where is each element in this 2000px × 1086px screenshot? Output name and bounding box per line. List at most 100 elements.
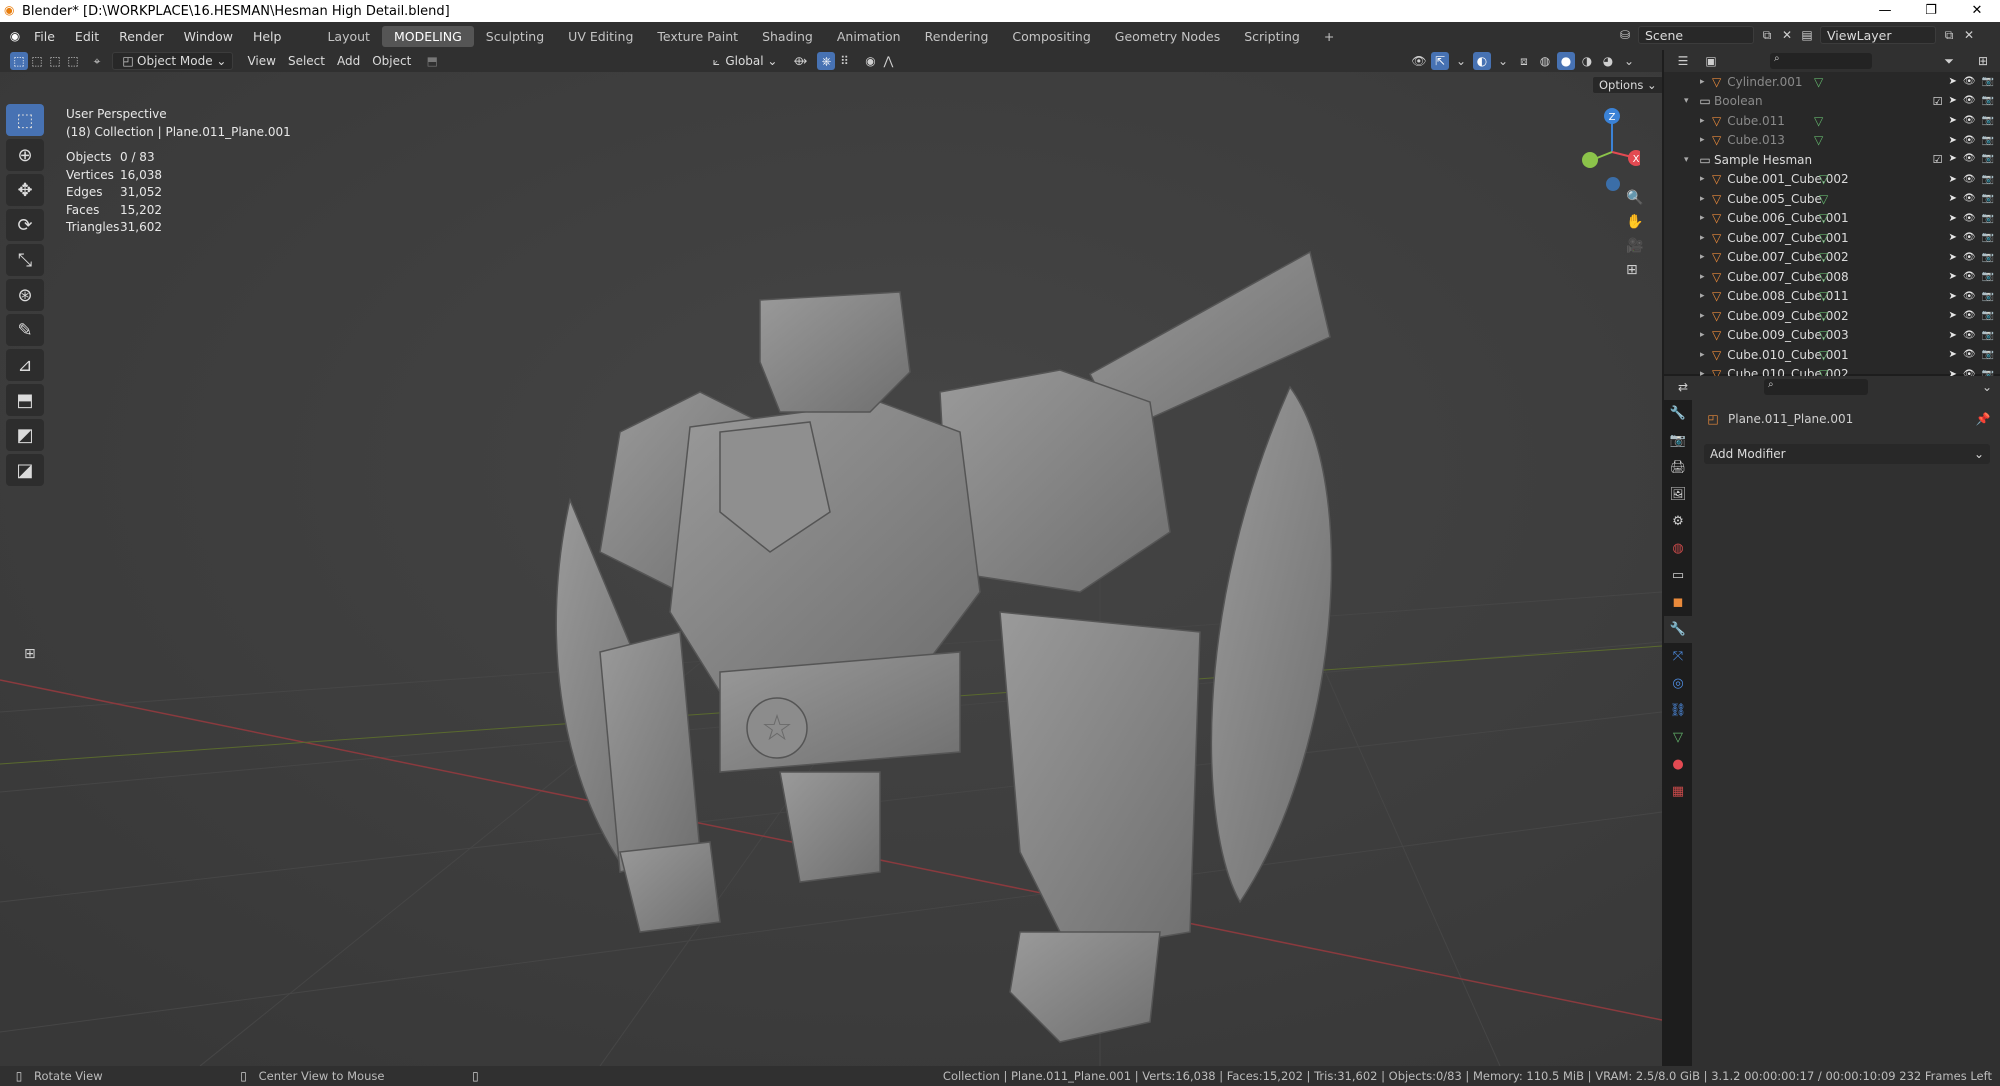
transform-tool-icon[interactable]: ⊛ (6, 279, 44, 311)
scale-tool-icon[interactable]: ⤡ (6, 244, 44, 276)
camera-icon[interactable]: 📷 (1982, 174, 1994, 185)
eye-icon[interactable]: 👁 (1963, 349, 1976, 360)
camera-icon[interactable]: 📷 (1982, 135, 1994, 146)
outliner-row[interactable]: ▸ ▽ Cube.013 ▽ ➤ 👁 📷 (1664, 131, 2000, 151)
proportional-edit-icon[interactable]: ◉ (861, 52, 879, 70)
eye-icon[interactable]: 👁 (1963, 291, 1976, 302)
display-mode-icon[interactable]: ▣ (1702, 52, 1720, 70)
filter-icon[interactable]: ⏷ (1940, 52, 1958, 70)
tab-rendering[interactable]: Rendering (913, 26, 1001, 47)
snap-toggle-icon[interactable]: ⎈ (817, 52, 836, 70)
eye-icon[interactable]: 👁 (1963, 153, 1976, 166)
gizmo-y-axis[interactable] (1582, 152, 1598, 168)
texture-tab-icon[interactable]: ▦ (1664, 778, 1692, 805)
camera-icon[interactable]: 📷 (1982, 330, 1994, 341)
tab-sculpting[interactable]: Sculpting (474, 26, 556, 47)
collapse-arrow-icon[interactable]: ▸ (1700, 311, 1712, 321)
outliner-row[interactable]: ▸ ▽ Cube.007_Cube.002 ▽ ➤ 👁 📷 (1664, 248, 2000, 268)
render-tab-icon[interactable]: 📷 (1664, 427, 1692, 454)
collapse-arrow-icon[interactable]: ▸ (1700, 174, 1712, 184)
select-arrow-icon[interactable]: ➤ (1948, 213, 1956, 224)
exclude-checkbox[interactable]: ☑ (1933, 153, 1943, 166)
outliner-editor-icon[interactable]: ☰ (1674, 52, 1692, 70)
eye-icon[interactable]: 👁 (1963, 95, 1976, 108)
new-view-layer-icon[interactable]: ⧉ (1940, 26, 1958, 44)
3d-viewport[interactable]: ☆ ⬚ ⊕ ✥ ⟳ ⤡ ⊛ ✎ ⊿ ⬒ ◩ ◪ ⊞ User Perspecti… (0, 72, 1662, 1066)
outliner-row[interactable]: ▾ ▭ Boolean ☑ ➤ 👁 📷 (1664, 92, 2000, 112)
eye-icon[interactable]: 👁 (1963, 252, 1976, 263)
tab-uv-editing[interactable]: UV Editing (556, 26, 645, 47)
select-arrow-icon[interactable]: ➤ (1948, 153, 1956, 166)
collapse-arrow-icon[interactable]: ▸ (1700, 135, 1712, 145)
rotate-tool-icon[interactable]: ⟳ (6, 209, 44, 241)
orthographic-grid-icon[interactable]: ⊞ (1626, 262, 1643, 278)
collapse-arrow-icon[interactable]: ▸ (1700, 272, 1712, 282)
collapse-arrow-icon[interactable]: ▸ (1700, 330, 1712, 340)
data-tab-icon[interactable]: ▽ (1664, 724, 1692, 751)
menu-render[interactable]: Render (109, 29, 174, 44)
menu-select[interactable]: Select (282, 52, 331, 70)
select-arrow-icon[interactable]: ➤ (1948, 349, 1956, 360)
output-tab-icon[interactable]: 🖨 (1664, 454, 1692, 481)
blender-menu-icon[interactable]: ◉ (6, 27, 24, 45)
camera-icon[interactable]: 📷 (1982, 310, 1994, 321)
camera-icon[interactable]: 📷 (1982, 349, 1994, 360)
properties-search-input[interactable]: ⌕ (1764, 379, 1868, 395)
delete-view-layer-icon[interactable]: ✕ (1962, 26, 1976, 44)
outliner-row[interactable]: ▸ ▽ Cube.009_Cube.003 ▽ ➤ 👁 📷 (1664, 326, 2000, 346)
eye-icon[interactable]: 👁 (1963, 76, 1976, 87)
solid-shading-icon[interactable]: ● (1557, 52, 1575, 70)
object-name[interactable]: Plane.011_Plane.001 (1728, 412, 1853, 426)
outliner-row[interactable]: ▸ ▽ Cube.001_Cube.002 ▽ ➤ 👁 📷 (1664, 170, 2000, 190)
camera-icon[interactable]: 📷 (1982, 252, 1994, 263)
scene-selector[interactable]: Scene (1638, 26, 1754, 44)
collapse-arrow-icon[interactable]: ▸ (1700, 291, 1712, 301)
particles-tab-icon[interactable]: ⤧ (1664, 643, 1692, 670)
new-collection-icon[interactable]: ⊞ (1974, 52, 1992, 70)
gpencil-icon[interactable]: ⬒ (423, 52, 441, 70)
select-arrow-icon[interactable]: ➤ (1948, 310, 1956, 321)
measure-tool-icon[interactable]: ⊿ (6, 349, 44, 381)
select-arrow-icon[interactable]: ➤ (1948, 115, 1956, 126)
menu-window[interactable]: Window (174, 29, 243, 44)
material-tab-icon[interactable]: ● (1664, 751, 1692, 778)
camera-icon[interactable]: 📷 (1982, 271, 1994, 282)
outliner-row[interactable]: ▸ ▽ Cube.010_Cube.001 ▽ ➤ 👁 📷 (1664, 345, 2000, 365)
select-arrow-icon[interactable]: ➤ (1948, 135, 1956, 146)
collapse-arrow-icon[interactable]: ▸ (1700, 233, 1712, 243)
menu-view[interactable]: View (241, 52, 281, 70)
physics-tab-icon[interactable]: ◎ (1664, 670, 1692, 697)
tool-tab-icon[interactable]: 🔧 (1664, 400, 1692, 427)
cursor-tool-icon[interactable]: ⊕ (6, 139, 44, 171)
outliner-search-input[interactable]: ⌕ (1770, 53, 1872, 69)
tab-shading[interactable]: Shading (750, 26, 825, 47)
gizmo-toggle-icon[interactable]: ⇱ (1431, 52, 1449, 70)
view-layer-selector[interactable]: ViewLayer (1820, 26, 1936, 44)
menu-help[interactable]: Help (243, 29, 292, 44)
select-arrow-icon[interactable]: ➤ (1948, 232, 1956, 243)
navigation-gizmo[interactable]: Z X (1570, 102, 1640, 192)
outliner-row[interactable]: ▾ ▭ Sample Hesman ☑ ➤ 👁 📷 (1664, 150, 2000, 170)
extrude-tool-icon[interactable]: ◩ (6, 419, 44, 451)
falloff-icon[interactable]: ⋀ (879, 52, 897, 70)
object-tab-icon[interactable]: ◼ (1664, 589, 1692, 616)
camera-icon[interactable]: 📷 (1982, 232, 1994, 243)
outliner-row[interactable]: ▸ ▽ Cube.009_Cube.002 ▽ ➤ 👁 📷 (1664, 306, 2000, 326)
select-arrow-icon[interactable]: ➤ (1948, 76, 1956, 87)
restore-button[interactable]: ❐ (1908, 0, 1954, 22)
tab-animation[interactable]: Animation (825, 26, 913, 47)
select-arrow-icon[interactable]: ➤ (1948, 174, 1956, 185)
select-arrow-icon[interactable]: ➤ (1948, 271, 1956, 282)
scene-icon[interactable]: ⛁ (1616, 26, 1634, 44)
overlay-dropdown-icon[interactable]: ⌄ (1494, 52, 1512, 70)
pin-icon[interactable]: 📌 (1974, 410, 1992, 428)
modifier-tab-icon[interactable]: 🔧 (1664, 616, 1692, 643)
camera-icon[interactable]: 📷 (1982, 115, 1994, 126)
menu-file[interactable]: File (24, 29, 65, 44)
pivot-point-icon[interactable]: ⟴ (791, 52, 809, 70)
select-extend-icon[interactable]: ⬚ (28, 52, 46, 70)
tab-layout[interactable]: Layout (315, 26, 382, 47)
world-tab-icon[interactable]: ◍ (1664, 535, 1692, 562)
camera-icon[interactable]: 📷 (1982, 213, 1994, 224)
material-shading-icon[interactable]: ◑ (1578, 52, 1596, 70)
